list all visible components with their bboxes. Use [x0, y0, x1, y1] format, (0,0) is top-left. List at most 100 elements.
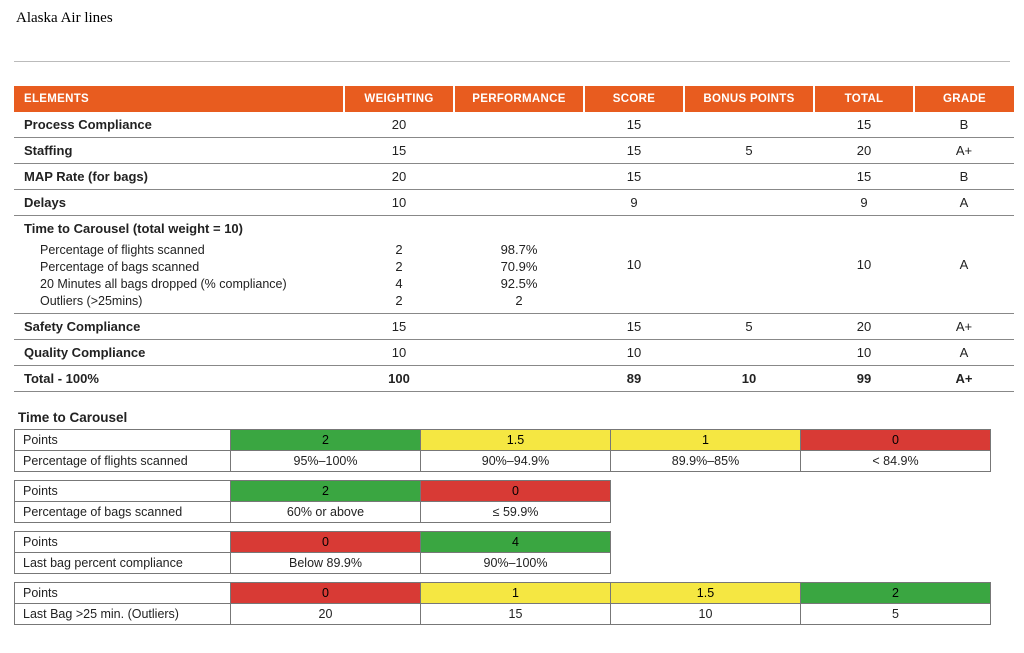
rubric-cell: 1 [611, 430, 801, 451]
cell-performance: 2 [454, 292, 584, 314]
rubric-cell: 0 [231, 583, 421, 604]
rubric-cell: ≤ 59.9% [421, 502, 611, 523]
rubric-row: Percentage of flights scanned95%–100%90%… [15, 451, 991, 472]
cell-weighting: 20 [344, 164, 454, 190]
rubric-cell: 10 [611, 604, 801, 625]
rubric-table: Points011.52Last Bag >25 min. (Outliers)… [14, 582, 991, 625]
col-score: SCORE [584, 86, 684, 112]
col-grade: GRADE [914, 86, 1014, 112]
rubric-label: Last bag percent compliance [15, 553, 231, 574]
rubric-label: Percentage of bags scanned [15, 502, 231, 523]
rubric-cell: 1.5 [611, 583, 801, 604]
cell-weighting: 10 [344, 190, 454, 216]
rubric-cell: 0 [421, 481, 611, 502]
rubric-cell: 90%–94.9% [421, 451, 611, 472]
rubric-cell: 0 [231, 532, 421, 553]
rubric-cell: 90%–100% [421, 553, 611, 574]
cell-bonus: 5 [684, 314, 814, 340]
table-row: Delays1099A [14, 190, 1014, 216]
cell-grade: B [914, 164, 1014, 190]
cell-performance [454, 366, 584, 392]
col-elements: ELEMENTS [14, 86, 344, 112]
cell-sub-label: Percentage of flights scanned [14, 241, 344, 258]
cell-grade: A [914, 190, 1014, 216]
col-performance: PERFORMANCE [454, 86, 584, 112]
page-title: Alaska Air lines [16, 10, 1010, 27]
rubric-heading: Time to Carousel [18, 410, 1010, 425]
cell-element: Time to Carousel (total weight = 10) [14, 216, 344, 242]
rubric-cell: 1.5 [421, 430, 611, 451]
cell-weighting: 4 [344, 275, 454, 292]
cell-weighting: 15 [344, 314, 454, 340]
col-weighting: WEIGHTING [344, 86, 454, 112]
rubric-table: Points04Last bag percent complianceBelow… [14, 531, 611, 574]
rubric-label: Points [15, 481, 231, 502]
rubric-cell: 60% or above [231, 502, 421, 523]
cell-performance [454, 190, 584, 216]
scorecard-table: ELEMENTS WEIGHTING PERFORMANCE SCORE BON… [14, 86, 1014, 392]
cell-score: 15 [584, 138, 684, 164]
cell-performance: 98.7% [454, 241, 584, 258]
rubric-row: Points011.52 [15, 583, 991, 604]
cell-element: Quality Compliance [14, 340, 344, 366]
cell-weighting: 20 [344, 112, 454, 138]
cell-weighting: 10 [344, 340, 454, 366]
rubric-container: Points21.510Percentage of flights scanne… [14, 429, 1010, 625]
rubric-row: Points04 [15, 532, 611, 553]
cell-element: MAP Rate (for bags) [14, 164, 344, 190]
rubric-row: Last bag percent complianceBelow 89.9%90… [15, 553, 611, 574]
cell-grade: A+ [914, 366, 1014, 392]
cell-total: 99 [814, 366, 914, 392]
cell-total: 20 [814, 138, 914, 164]
rubric-row: Points20 [15, 481, 611, 502]
cell-score: 10 [584, 340, 684, 366]
rubric-label: Percentage of flights scanned [15, 451, 231, 472]
rubric-cell: 0 [801, 430, 991, 451]
cell-performance: 92.5% [454, 275, 584, 292]
table-row: Staffing1515520A+ [14, 138, 1014, 164]
table-row: MAP Rate (for bags)201515B [14, 164, 1014, 190]
table-row: Safety Compliance1515520A+ [14, 314, 1014, 340]
rubric-cell: 2 [231, 430, 421, 451]
cell-bonus [684, 216, 814, 314]
cell-total: 15 [814, 164, 914, 190]
table-row: Process Compliance201515B [14, 112, 1014, 138]
rubric-label: Last Bag >25 min. (Outliers) [15, 604, 231, 625]
rubric-table: Points20Percentage of bags scanned60% or… [14, 480, 611, 523]
rubric-cell: 1 [421, 583, 611, 604]
rubric-cell: 2 [231, 481, 421, 502]
page: Alaska Air lines ELEMENTS WEIGHTING PERF… [0, 0, 1024, 653]
header-row: ELEMENTS WEIGHTING PERFORMANCE SCORE BON… [14, 86, 1014, 112]
cell-element: Staffing [14, 138, 344, 164]
cell-element: Safety Compliance [14, 314, 344, 340]
cell-grade: A [914, 216, 1014, 314]
divider [14, 61, 1010, 62]
cell-bonus [684, 112, 814, 138]
rubric-cell: 2 [801, 583, 991, 604]
table-row: Time to Carousel (total weight = 10)1010… [14, 216, 1014, 242]
cell-element: Total - 100% [14, 366, 344, 392]
rubric-cell: Below 89.9% [231, 553, 421, 574]
rubric-cell: < 84.9% [801, 451, 991, 472]
cell-performance [454, 164, 584, 190]
cell-weighting: 2 [344, 241, 454, 258]
cell-bonus [684, 340, 814, 366]
cell-sub-label: 20 Minutes all bags dropped (% complianc… [14, 275, 344, 292]
rubric-cell: 15 [421, 604, 611, 625]
cell-sub-label: Outliers (>25mins) [14, 292, 344, 314]
col-bonus: BONUS POINTS [684, 86, 814, 112]
rubric-cell: 20 [231, 604, 421, 625]
cell-element: Delays [14, 190, 344, 216]
cell-performance [454, 138, 584, 164]
cell-grade: B [914, 112, 1014, 138]
rubric-cell: 5 [801, 604, 991, 625]
cell-grade: A+ [914, 138, 1014, 164]
rubric-label: Points [15, 532, 231, 553]
cell-performance [454, 340, 584, 366]
cell-weighting: 2 [344, 258, 454, 275]
cell-weighting: 2 [344, 292, 454, 314]
cell-total: 20 [814, 314, 914, 340]
rubric-label: Points [15, 430, 231, 451]
rubric-cell: 89.9%–85% [611, 451, 801, 472]
cell-total: 15 [814, 112, 914, 138]
